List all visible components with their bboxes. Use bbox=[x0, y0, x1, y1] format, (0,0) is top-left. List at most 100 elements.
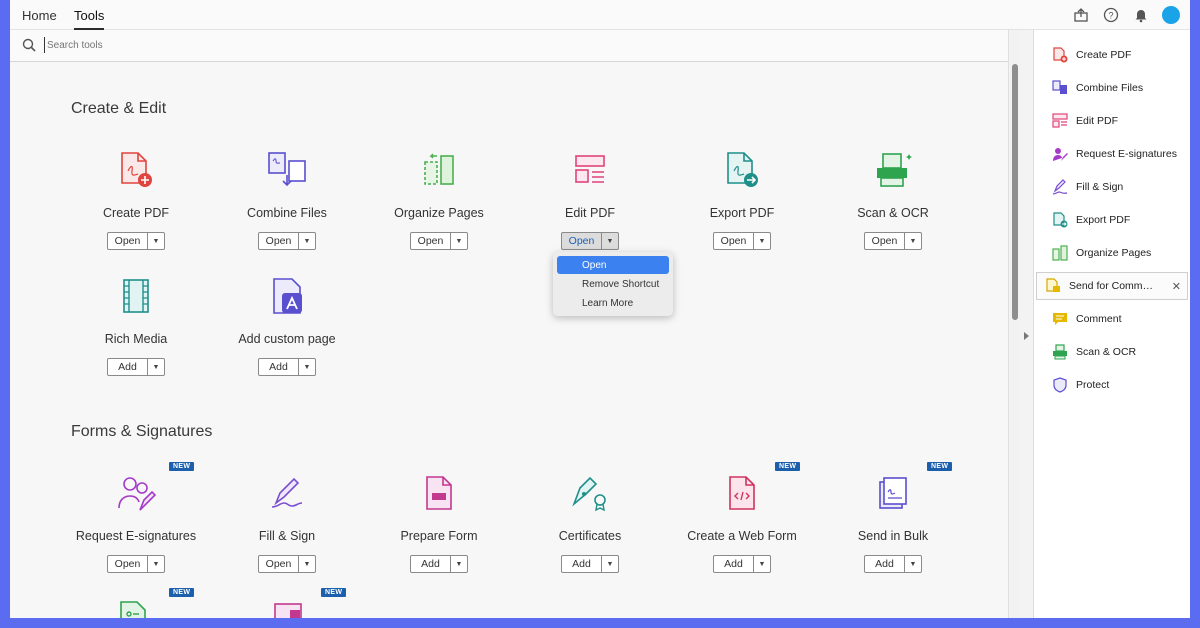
tab-tools[interactable]: Tools bbox=[74, 8, 105, 30]
open-button[interactable]: Open ▼ bbox=[258, 232, 316, 250]
chevron-down-icon[interactable]: ▼ bbox=[148, 233, 164, 249]
close-icon[interactable]: ✕ bbox=[1172, 280, 1181, 293]
open-button[interactable]: Open ▼ bbox=[864, 232, 922, 250]
tool-create-web-form: Create a Web Form Add ▼ bbox=[667, 473, 817, 573]
panel-item-scan-ocr[interactable]: Scan & OCR bbox=[1034, 338, 1190, 366]
web-form-icon[interactable] bbox=[722, 473, 762, 513]
button-label[interactable]: Open bbox=[108, 556, 148, 572]
panel-item-label: Export PDF bbox=[1076, 214, 1131, 226]
chevron-down-icon[interactable]: ▼ bbox=[299, 233, 315, 249]
help-icon[interactable]: ? bbox=[1102, 6, 1120, 24]
add-button[interactable]: Add ▼ bbox=[410, 555, 468, 573]
button-label[interactable]: Open bbox=[714, 233, 754, 249]
chevron-down-icon[interactable]: ▼ bbox=[905, 556, 921, 572]
chevron-right-icon[interactable] bbox=[1024, 332, 1029, 340]
panel-item-protect[interactable]: Protect bbox=[1034, 371, 1190, 399]
combine-files-icon[interactable] bbox=[267, 150, 307, 190]
panel-collapse-handle[interactable] bbox=[1020, 30, 1034, 618]
scrollbar-thumb[interactable] bbox=[1012, 64, 1018, 320]
tab-home[interactable]: Home bbox=[22, 8, 57, 23]
button-label[interactable]: Open bbox=[865, 233, 905, 249]
fill-sign-icon[interactable] bbox=[267, 473, 307, 513]
bell-icon[interactable] bbox=[1132, 6, 1150, 24]
vertical-scrollbar[interactable] bbox=[1008, 30, 1020, 618]
add-button[interactable]: Add ▼ bbox=[258, 358, 316, 376]
partial-tool-icon[interactable] bbox=[118, 600, 148, 618]
chevron-down-icon[interactable]: ▼ bbox=[451, 556, 467, 572]
tool-label: Fill & Sign bbox=[258, 529, 316, 543]
panel-item-export-pdf[interactable]: Export PDF bbox=[1034, 206, 1190, 234]
fill-sign-icon bbox=[1052, 179, 1068, 195]
panel-item-label: Comment bbox=[1076, 313, 1122, 325]
chevron-down-icon[interactable]: ▼ bbox=[451, 233, 467, 249]
panel-item-label: Protect bbox=[1076, 379, 1110, 391]
add-button[interactable]: Add ▼ bbox=[864, 555, 922, 573]
chevron-down-icon[interactable]: ▼ bbox=[299, 359, 315, 375]
avatar[interactable] bbox=[1162, 6, 1180, 24]
panel-item-request-esignatures[interactable]: Request E-signatures bbox=[1034, 140, 1190, 168]
menu-item-remove-shortcut[interactable]: Remove Shortcut bbox=[557, 275, 669, 293]
edit-pdf-icon[interactable] bbox=[570, 150, 610, 190]
menu-item-open[interactable]: Open bbox=[557, 256, 669, 274]
scan-ocr-icon[interactable] bbox=[873, 150, 913, 190]
menu-item-learn-more[interactable]: Learn More bbox=[557, 294, 669, 312]
add-button[interactable]: Add ▼ bbox=[107, 358, 165, 376]
open-button[interactable]: Open ▼ bbox=[258, 555, 316, 573]
export-pdf-icon[interactable] bbox=[722, 150, 762, 190]
open-button[interactable]: Open ▼ bbox=[107, 555, 165, 573]
shield-icon bbox=[1052, 377, 1068, 393]
button-label[interactable]: Open bbox=[411, 233, 451, 249]
search-input[interactable] bbox=[44, 37, 344, 53]
tool-edit-pdf: Edit PDF Open ▼ bbox=[515, 150, 665, 250]
chevron-down-icon[interactable]: ▼ bbox=[905, 233, 921, 249]
chevron-down-icon[interactable]: ▼ bbox=[754, 233, 770, 249]
share-icon[interactable] bbox=[1072, 6, 1090, 24]
panel-item-send-for-comment[interactable]: Send for Comm… ✕ bbox=[1036, 272, 1188, 300]
panel-item-combine-files[interactable]: Combine Files bbox=[1034, 74, 1190, 102]
panel-item-create-pdf[interactable]: Create PDF bbox=[1034, 41, 1190, 69]
chevron-down-icon[interactable]: ▼ bbox=[148, 556, 164, 572]
button-label[interactable]: Add bbox=[562, 556, 602, 572]
send-in-bulk-icon[interactable] bbox=[873, 473, 913, 513]
prepare-form-icon[interactable] bbox=[419, 473, 459, 513]
request-esignatures-icon bbox=[1052, 146, 1068, 162]
create-pdf-icon[interactable] bbox=[116, 150, 156, 190]
open-button[interactable]: Open ▼ bbox=[713, 232, 771, 250]
open-button[interactable]: Open ▼ bbox=[561, 232, 619, 250]
chevron-down-icon[interactable]: ▼ bbox=[602, 556, 618, 572]
rich-media-icon[interactable] bbox=[116, 276, 156, 316]
tool-label: Add custom page bbox=[238, 332, 336, 346]
panel-item-fill-sign[interactable]: Fill & Sign bbox=[1034, 173, 1190, 201]
right-tools-panel: Create PDF Combine Files Edit PDF Reques… bbox=[1034, 30, 1190, 618]
button-label[interactable]: Add bbox=[714, 556, 754, 572]
panel-item-organize-pages[interactable]: Organize Pages bbox=[1034, 239, 1190, 267]
button-label[interactable]: Open bbox=[259, 233, 299, 249]
add-custom-page-icon[interactable] bbox=[267, 276, 307, 316]
open-button[interactable]: Open ▼ bbox=[107, 232, 165, 250]
button-label[interactable]: Open bbox=[562, 233, 602, 249]
chevron-down-icon[interactable]: ▼ bbox=[299, 556, 315, 572]
organize-pages-icon[interactable] bbox=[419, 150, 459, 190]
button-label[interactable]: Open bbox=[108, 233, 148, 249]
chevron-down-icon[interactable]: ▼ bbox=[754, 556, 770, 572]
partial-tool-icon[interactable] bbox=[272, 600, 306, 618]
button-label[interactable]: Add bbox=[108, 359, 148, 375]
button-label[interactable]: Add bbox=[865, 556, 905, 572]
panel-item-label: Edit PDF bbox=[1076, 115, 1119, 127]
panel-item-edit-pdf[interactable]: Edit PDF bbox=[1034, 107, 1190, 135]
tool-create-pdf: Create PDF Open ▼ bbox=[61, 150, 211, 250]
chevron-down-icon[interactable]: ▼ bbox=[602, 233, 618, 249]
open-button[interactable]: Open ▼ bbox=[410, 232, 468, 250]
button-label[interactable]: Add bbox=[259, 359, 299, 375]
add-button[interactable]: Add ▼ bbox=[713, 555, 771, 573]
section-title-create-edit: Create & Edit bbox=[71, 100, 167, 117]
panel-item-comment[interactable]: Comment bbox=[1034, 305, 1190, 333]
certificates-icon[interactable] bbox=[570, 473, 610, 513]
add-button[interactable]: Add ▼ bbox=[561, 555, 619, 573]
request-esignatures-icon[interactable] bbox=[116, 473, 156, 513]
comment-icon bbox=[1052, 311, 1068, 327]
chevron-down-icon[interactable]: ▼ bbox=[148, 359, 164, 375]
button-label[interactable]: Add bbox=[411, 556, 451, 572]
button-label[interactable]: Open bbox=[259, 556, 299, 572]
panel-item-label: Create PDF bbox=[1076, 49, 1132, 61]
